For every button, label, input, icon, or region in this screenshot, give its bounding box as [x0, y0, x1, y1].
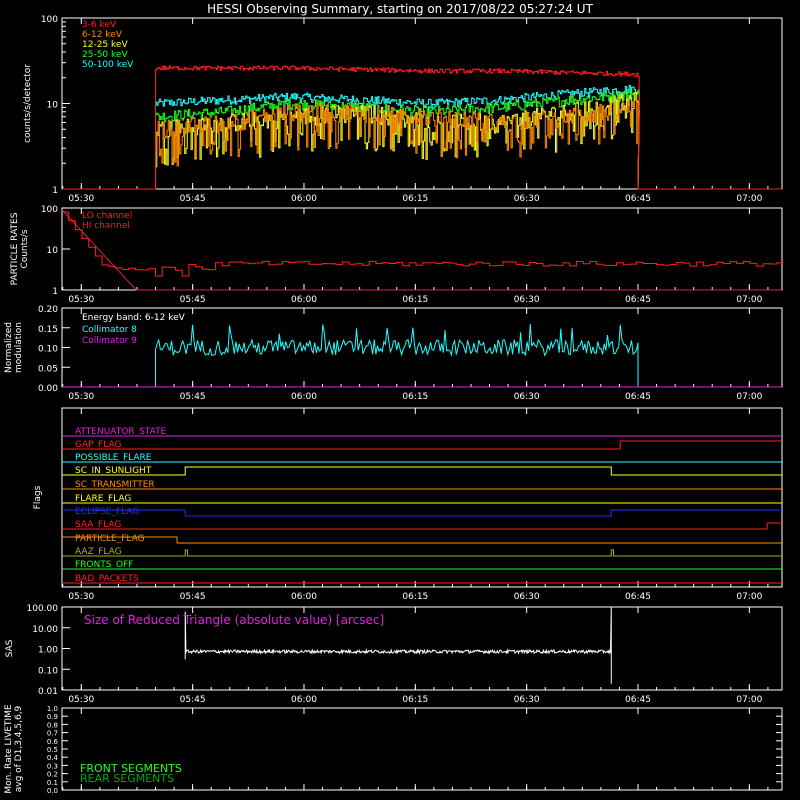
x-tick-label: 06:00 [291, 592, 317, 602]
flag-label: SC_IN_SUNLIGHT [75, 466, 152, 476]
x-tick-label: 07:00 [736, 295, 762, 305]
x-tick-label: 05:30 [68, 295, 94, 305]
y-tick-label: 100.00 [27, 604, 59, 614]
x-tick-label: 05:45 [180, 295, 206, 305]
x-tick-label: 06:30 [514, 695, 540, 705]
legend-entry: 50-100 keV [82, 60, 134, 70]
y-tick-label: 0.10 [38, 666, 58, 676]
legend-entry: Collimator 9 [82, 336, 137, 346]
x-tick-label: 06:45 [625, 695, 651, 705]
y-axis-label: Normalized [4, 322, 14, 373]
y-tick-label: 10 [47, 101, 59, 111]
y-tick-label: 0.9 [47, 713, 58, 721]
flag-label: FLARE_FLAG [75, 494, 131, 504]
x-tick-label: 06:45 [625, 295, 651, 305]
x-tick-label: 06:00 [291, 695, 317, 705]
x-tick-label: 05:30 [68, 592, 94, 602]
x-tick-label: 06:15 [402, 295, 428, 305]
y-tick-label: 10 [47, 246, 59, 256]
x-tick-label: 05:45 [180, 194, 206, 204]
x-tick-label: 06:15 [402, 592, 428, 602]
y-tick-label: 100 [41, 15, 58, 25]
x-tick-label: 05:30 [68, 392, 94, 402]
y-tick-label: 0.8 [47, 721, 58, 729]
x-tick-label: 06:00 [291, 194, 317, 204]
x-tick-label: 06:45 [625, 194, 651, 204]
annotation: Size of Reduced Triangle (absolute value… [84, 613, 384, 627]
y-tick-label: 0.05 [38, 364, 58, 374]
y-axis-label: avg of D1,3,4,5,6,9 [14, 705, 24, 792]
y-tick-label: 0.7 [47, 730, 58, 738]
x-tick-label: 06:15 [402, 695, 428, 705]
y-axis-label: modulation [14, 322, 24, 373]
y-tick-label: 0.2 [47, 771, 58, 779]
y-tick-label: 0.15 [38, 325, 58, 335]
flag-label: ATTENUATOR_STATE [75, 427, 167, 437]
flag-label: SAA_FLAG [75, 520, 121, 530]
hessi-summary-chart: HESSI Observing Summary, starting on 201… [0, 0, 800, 800]
y-tick-label: 0.00 [38, 384, 58, 394]
y-axis-label: Mon. Rate LIVETIME [4, 704, 14, 794]
x-tick-label: 06:00 [291, 295, 317, 305]
flag-label: GAP_FLAG [75, 440, 121, 450]
y-tick-label: 100 [41, 205, 58, 215]
flag-label: ECLIPSE_FLAG [75, 507, 139, 517]
x-tick-label: 07:00 [736, 695, 762, 705]
y-tick-label: 0.3 [47, 762, 58, 770]
flag-label: AAZ_FLAG [75, 547, 122, 557]
y-axis-label: SAS [5, 639, 15, 657]
y-tick-label: 1 [52, 287, 58, 297]
x-tick-label: 06:00 [291, 392, 317, 402]
y-tick-label: 0.20 [38, 305, 58, 315]
y-tick-label: 0.1 [47, 779, 58, 787]
y-tick-label: 1.00 [38, 646, 58, 656]
legend-entry: 25-50 keV [82, 50, 128, 60]
y-tick-label: 0.10 [38, 345, 58, 355]
x-tick-label: 06:30 [514, 194, 540, 204]
x-tick-label: 07:00 [736, 194, 762, 204]
chart-title: HESSI Observing Summary, starting on 201… [207, 2, 593, 16]
flag-label: BAD_PACKETS [75, 574, 139, 584]
legend-entry: REAR SEGMENTS [80, 772, 174, 785]
y-axis-label: Counts/s [20, 229, 30, 268]
x-tick-label: 06:45 [625, 392, 651, 402]
legend-entry: 6-12 keV [82, 30, 123, 40]
y-tick-label: 1.0 [47, 705, 58, 713]
x-tick-label: 06:15 [402, 194, 428, 204]
y-tick-label: 0.5 [47, 746, 58, 754]
y-axis-label: counts/s/detector [23, 64, 33, 143]
x-tick-label: 05:45 [180, 695, 206, 705]
y-tick-label: 1 [52, 186, 58, 196]
flag-label: PARTICLE_FLAG [75, 534, 145, 544]
flag-label: POSSIBLE_FLARE [75, 453, 152, 463]
legend-entry: HI channel [82, 221, 130, 231]
x-tick-label: 05:30 [68, 695, 94, 705]
x-tick-label: 06:15 [402, 392, 428, 402]
flag-label: FRONTS_OFF [75, 560, 133, 570]
x-tick-label: 06:30 [514, 392, 540, 402]
y-tick-label: 10.00 [32, 625, 58, 635]
legend-entry: 12-25 keV [82, 40, 128, 50]
y-tick-label: 0.01 [38, 687, 58, 697]
x-tick-label: 05:30 [68, 194, 94, 204]
x-tick-label: 05:45 [180, 592, 206, 602]
y-axis-label: PARTICLE RATES [10, 212, 20, 285]
flag-label: SC_TRANSMITTER [75, 480, 155, 490]
y-tick-label: 0.6 [47, 738, 59, 746]
x-tick-label: 06:30 [514, 592, 540, 602]
x-tick-label: 05:45 [180, 392, 206, 402]
x-tick-label: 07:00 [736, 392, 762, 402]
x-tick-label: 06:45 [625, 592, 651, 602]
legend-entry: Collimator 8 [82, 325, 137, 335]
y-tick-label: 0.4 [47, 754, 59, 762]
x-tick-label: 06:30 [514, 295, 540, 305]
y-axis-label: Flags [33, 485, 43, 509]
legend-entry: LO channel [82, 211, 132, 221]
x-tick-label: 07:00 [736, 592, 762, 602]
annotation: Energy band: 6-12 keV [82, 313, 186, 323]
legend-entry: 3-6 keV [82, 20, 117, 30]
y-tick-label: 0.0 [47, 787, 58, 795]
